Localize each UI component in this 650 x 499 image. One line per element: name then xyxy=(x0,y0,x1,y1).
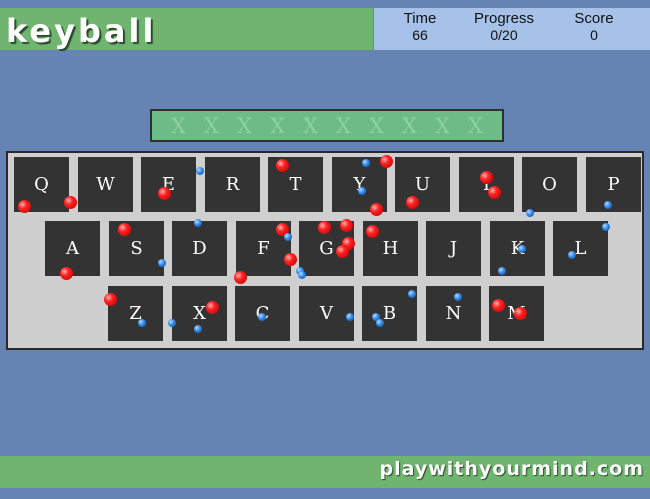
blue-ball xyxy=(602,223,610,231)
key-u[interactable]: U xyxy=(395,157,450,212)
bottom-strip xyxy=(0,488,650,499)
letter-slot: X xyxy=(303,113,318,138)
key-v[interactable]: V xyxy=(299,286,354,341)
key-z[interactable]: Z xyxy=(108,286,163,341)
letter-slot: X xyxy=(468,113,483,138)
stats-panel: Time 66 Progress 0/20 Score 0 xyxy=(374,8,650,50)
blue-ball xyxy=(408,290,416,298)
title-bar: keyball xyxy=(0,8,373,50)
time-stat: Time 66 xyxy=(392,10,448,44)
letter-slot: X xyxy=(204,113,219,138)
red-ball xyxy=(276,159,289,172)
red-ball xyxy=(64,196,77,209)
red-ball xyxy=(104,293,117,306)
red-ball xyxy=(318,221,331,234)
key-d[interactable]: D xyxy=(172,221,227,276)
key-l[interactable]: L xyxy=(553,221,608,276)
red-ball xyxy=(370,203,383,216)
key-a[interactable]: A xyxy=(45,221,100,276)
key-r[interactable]: R xyxy=(205,157,260,212)
red-ball xyxy=(234,271,247,284)
top-strip xyxy=(0,0,650,8)
blue-ball xyxy=(454,293,462,301)
keyboard: QWERTYUIOPASDFGHJKLZXCVBNM xyxy=(6,151,644,350)
progress-value: 0/20 xyxy=(490,27,518,43)
red-ball xyxy=(18,200,31,213)
red-ball xyxy=(380,155,393,168)
score-stat: Score 0 xyxy=(564,10,624,44)
red-ball xyxy=(158,187,171,200)
blue-ball xyxy=(196,167,204,175)
blue-ball xyxy=(346,313,354,321)
red-ball xyxy=(118,223,131,236)
time-value: 66 xyxy=(412,27,428,43)
blue-ball xyxy=(194,325,202,333)
blue-ball xyxy=(258,313,266,321)
red-ball xyxy=(406,196,419,209)
red-ball xyxy=(488,186,501,199)
blue-ball xyxy=(518,245,526,253)
progress-stat: Progress 0/20 xyxy=(466,10,542,44)
red-ball xyxy=(366,225,379,238)
red-ball xyxy=(60,267,73,280)
key-e[interactable]: E xyxy=(141,157,196,212)
letter-slot: X xyxy=(270,113,285,138)
letter-slot: X xyxy=(336,113,351,138)
blue-ball xyxy=(568,251,576,259)
red-ball xyxy=(480,171,493,184)
blue-ball xyxy=(358,187,366,195)
score-label: Score xyxy=(574,10,614,27)
blue-ball xyxy=(194,219,202,227)
letter-slot: X xyxy=(237,113,252,138)
blue-ball xyxy=(526,209,534,217)
blue-ball xyxy=(168,319,176,327)
letter-slot: X xyxy=(435,113,450,138)
blue-ball xyxy=(604,201,612,209)
letter-slot: X xyxy=(402,113,417,138)
blue-ball xyxy=(158,259,166,267)
red-ball xyxy=(340,219,353,232)
footer-bar: playwithyourmind.com xyxy=(0,456,650,488)
blue-ball xyxy=(298,271,306,279)
site-link[interactable]: playwithyourmind.com xyxy=(379,458,644,480)
red-ball xyxy=(206,301,219,314)
key-w[interactable]: W xyxy=(78,157,133,212)
time-label: Time xyxy=(403,10,437,27)
key-i[interactable]: I xyxy=(459,157,514,212)
progress-label: Progress xyxy=(473,10,535,27)
letter-slot: X xyxy=(369,113,384,138)
key-p[interactable]: P xyxy=(586,157,641,212)
blue-ball xyxy=(284,233,292,241)
blue-ball xyxy=(498,267,506,275)
word-display: XXXXXXXXXX xyxy=(150,109,504,142)
key-j[interactable]: J xyxy=(426,221,481,276)
red-ball xyxy=(492,299,505,312)
key-o[interactable]: O xyxy=(522,157,577,212)
game-title: keyball xyxy=(6,12,157,50)
letter-slot: X xyxy=(171,113,186,138)
blue-ball xyxy=(362,159,370,167)
red-ball xyxy=(336,245,349,258)
red-ball xyxy=(514,307,527,320)
blue-ball xyxy=(376,319,384,327)
blue-ball xyxy=(138,319,146,327)
key-x[interactable]: X xyxy=(172,286,227,341)
score-value: 0 xyxy=(590,27,598,43)
red-ball xyxy=(284,253,297,266)
